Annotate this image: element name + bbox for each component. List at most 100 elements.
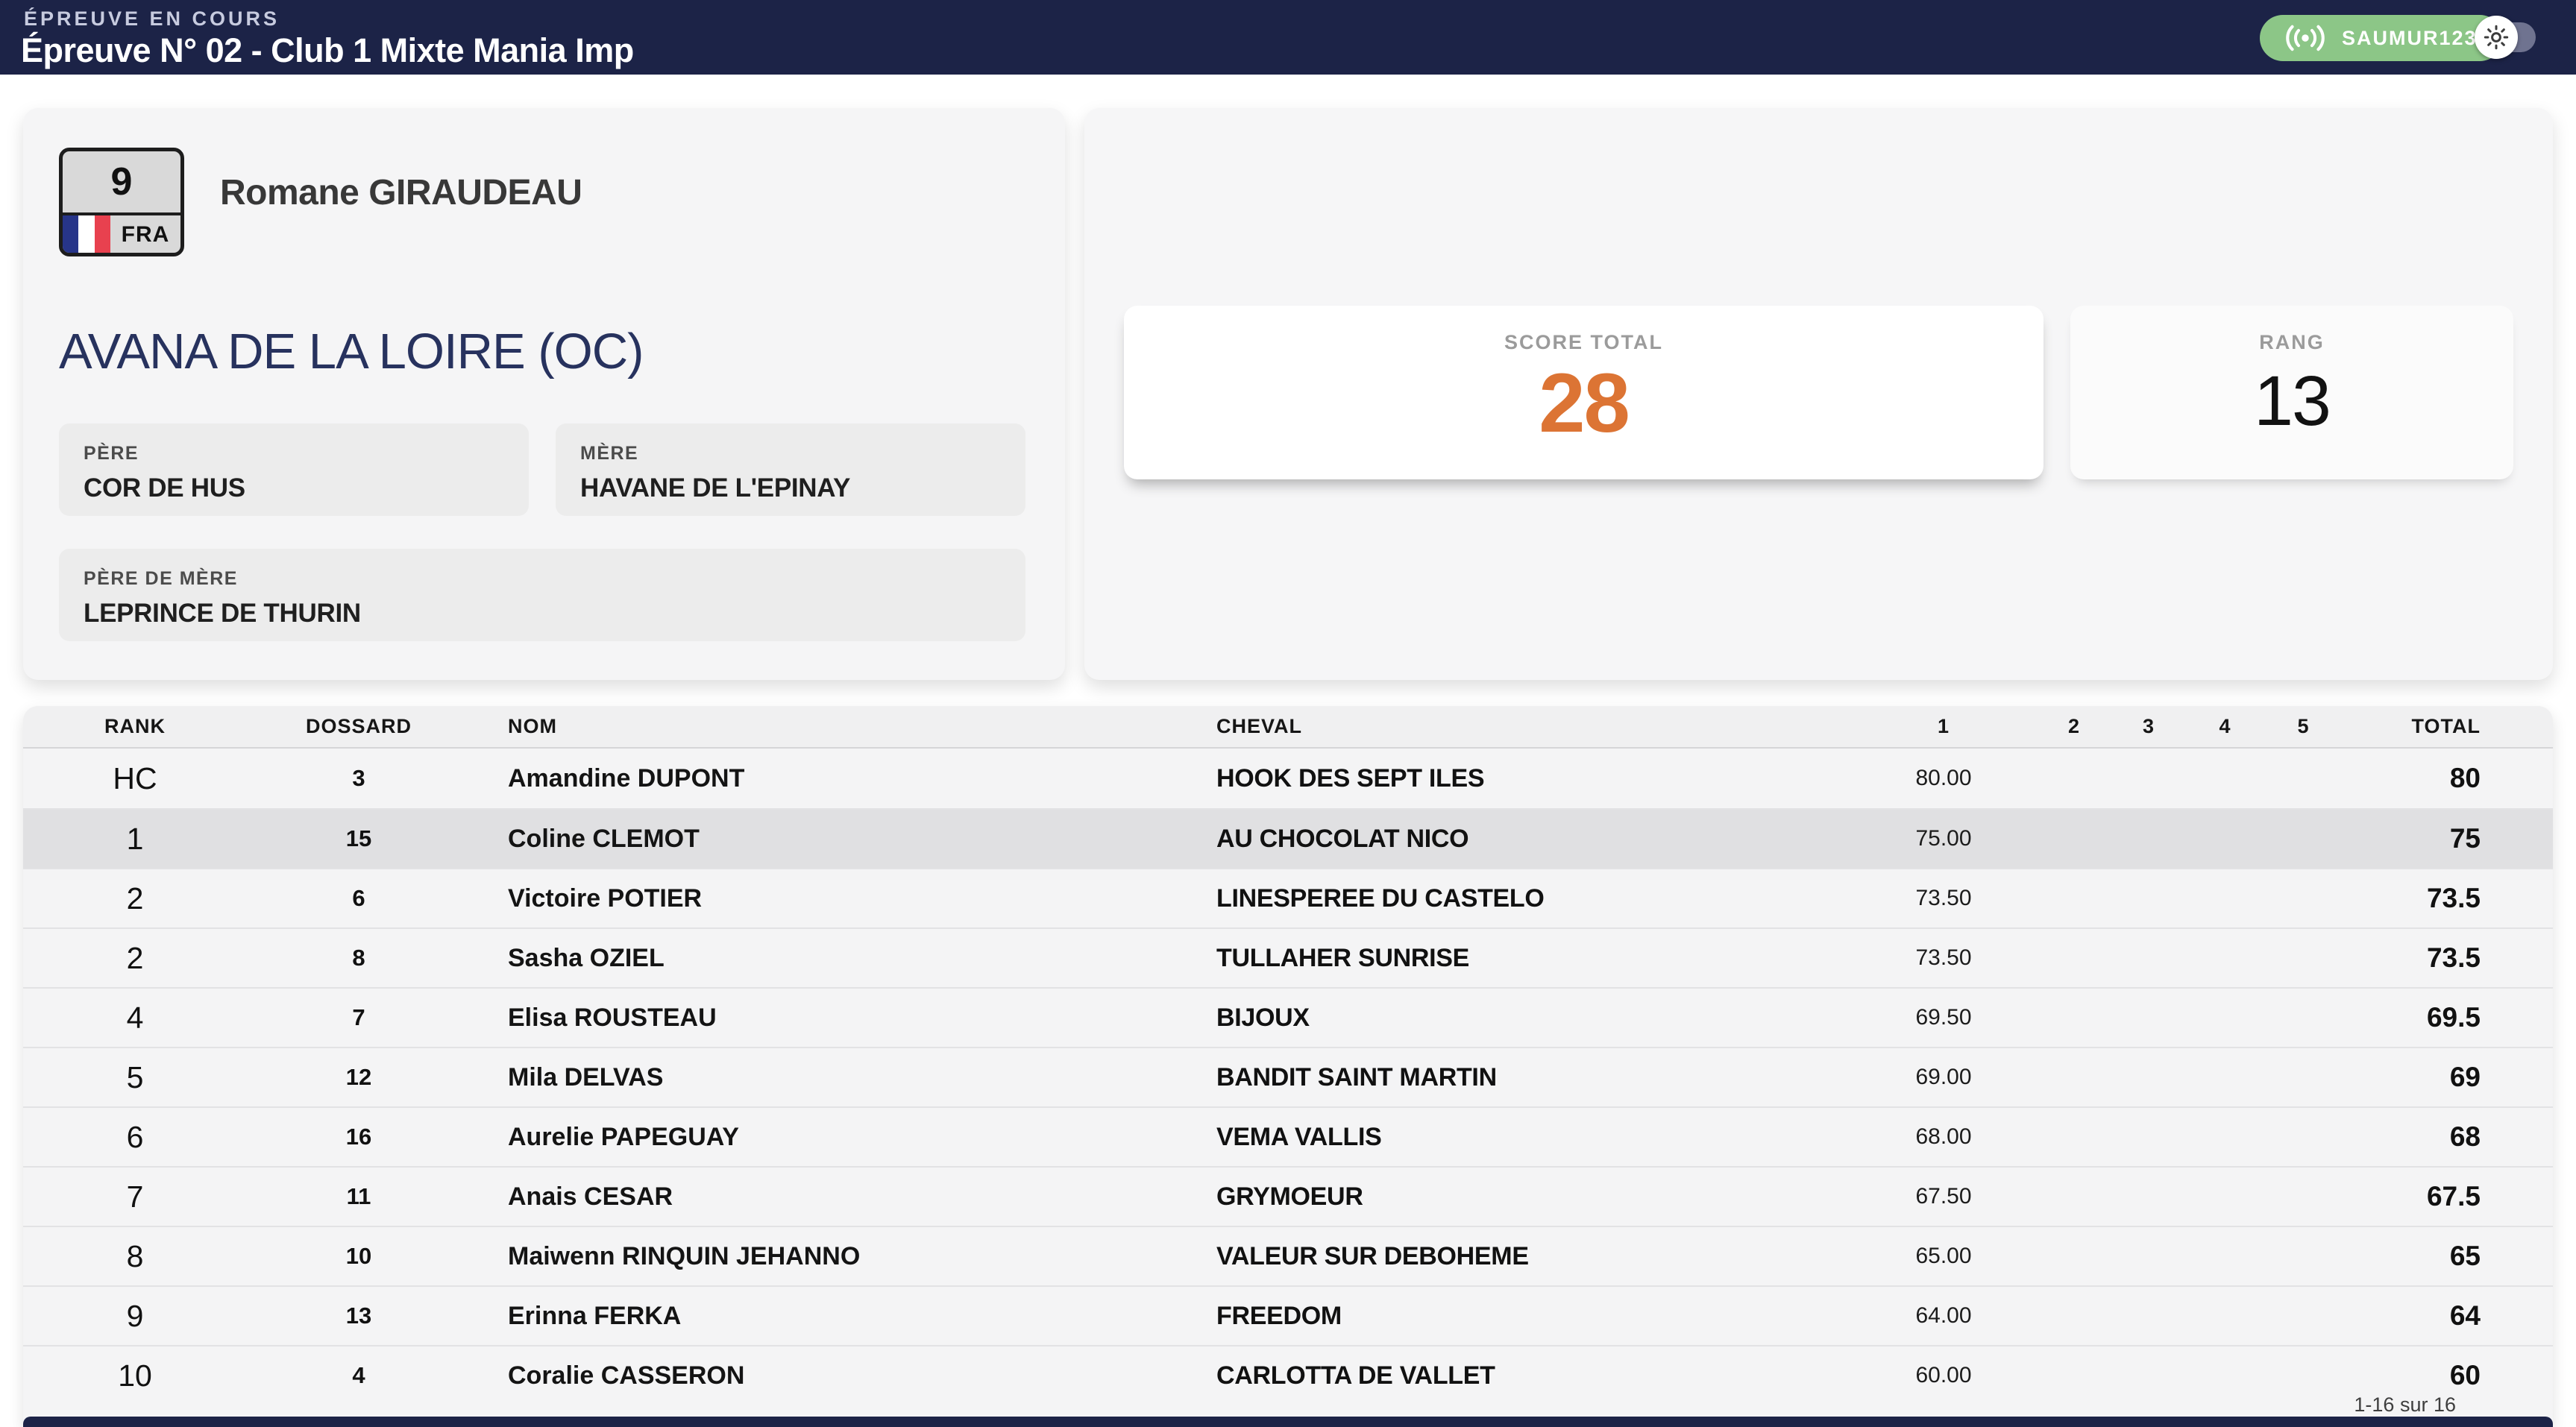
cell-nom: Anais CESAR <box>471 1182 1209 1212</box>
theme-toggle-knob[interactable] <box>2475 16 2518 59</box>
cell-total: 67.5 <box>2427 1181 2503 1212</box>
rider-country: FRA <box>110 215 180 253</box>
column-header-2[interactable]: 2 <box>2068 715 2080 738</box>
cell-nom: Maiwenn RINQUIN JEHANNO <box>471 1242 1209 1271</box>
table-row[interactable]: 8 10 Maiwenn RINQUIN JEHANNO VALEUR SUR … <box>23 1226 2553 1285</box>
rank-card: RANG 13 <box>2070 306 2513 479</box>
rider-number: 9 <box>63 151 180 215</box>
rank-label: RANG <box>2070 331 2513 354</box>
cell-score-1: 65.00 <box>1915 1244 1971 1269</box>
table-row[interactable]: 2 6 Victoire POTIER LINESPEREE DU CASTEL… <box>23 868 2553 927</box>
damsire-value: LEPRINCE DE THURIN <box>84 599 1001 629</box>
cell-nom: Coline CLEMOT <box>471 825 1209 854</box>
table-row[interactable]: 2 8 Sasha OZIEL TULLAHER SUNRISE 73.50 7… <box>23 927 2553 987</box>
broadcast-icon <box>2285 25 2325 51</box>
table-footer-bar <box>23 1417 2553 1427</box>
theme-toggle[interactable] <box>2482 22 2536 52</box>
sire-label: PÈRE <box>84 443 504 464</box>
pagination-status: 1-16 sur 16 <box>2354 1393 2456 1417</box>
cell-total: 60 <box>2450 1360 2503 1391</box>
page-title: Épreuve N° 02 - Club 1 Mixte Mania Imp <box>21 31 634 70</box>
score-total-card: SCORE TOTAL 28 <box>1124 306 2043 479</box>
dam-label: MÈRE <box>580 443 1001 464</box>
damsire-label: PÈRE DE MÈRE <box>84 568 1001 590</box>
france-flag-icon <box>63 215 110 253</box>
cell-nom: Aurelie PAPEGUAY <box>471 1123 1209 1152</box>
cell-total: 73.5 <box>2427 883 2503 914</box>
column-header-1[interactable]: 1 <box>1938 715 1950 738</box>
cell-nom: Amandine DUPONT <box>471 764 1209 793</box>
table-row[interactable]: 5 12 Mila DELVAS BANDIT SAINT MARTIN 69.… <box>23 1047 2553 1106</box>
cell-score-1: 73.50 <box>1915 886 1971 911</box>
pedigree-sire-box: PÈRE COR DE HUS <box>59 423 529 516</box>
cell-cheval: VALEUR SUR DEBOHEME <box>1209 1242 1850 1271</box>
cell-total: 64 <box>2450 1300 2503 1332</box>
cell-score-1: 69.00 <box>1915 1065 1971 1090</box>
rider-name: Romane GIRAUDEAU <box>220 172 582 213</box>
cell-rank: 5 <box>127 1060 144 1095</box>
cell-rank: HC <box>113 761 157 796</box>
cell-total: 69.5 <box>2427 1002 2503 1033</box>
cell-dossard: 12 <box>346 1064 371 1091</box>
event-status-kicker: ÉPREUVE EN COURS <box>24 7 280 31</box>
cell-score-1: 67.50 <box>1915 1184 1971 1209</box>
cell-dossard: 4 <box>352 1362 365 1389</box>
cell-cheval: FREEDOM <box>1209 1302 1850 1331</box>
cell-rank: 7 <box>127 1179 144 1215</box>
column-header-rank[interactable]: RANK <box>104 715 166 738</box>
table-row[interactable]: 10 4 Coralie CASSERON CARLOTTA DE VALLET… <box>23 1345 2553 1405</box>
column-header-nom[interactable]: NOM <box>471 715 1209 738</box>
top-bar: ÉPREUVE EN COURS Épreuve N° 02 - Club 1 … <box>0 0 2576 75</box>
column-header-4[interactable]: 4 <box>2219 715 2231 738</box>
connection-badge[interactable]: SAUMUR123 <box>2260 15 2503 61</box>
cell-cheval: AU CHOCOLAT NICO <box>1209 825 1850 854</box>
cell-nom: Victoire POTIER <box>471 884 1209 913</box>
cell-cheval: TULLAHER SUNRISE <box>1209 944 1850 973</box>
cell-rank: 6 <box>127 1120 144 1155</box>
table-row[interactable]: 6 16 Aurelie PAPEGUAY VEMA VALLIS 68.00 … <box>23 1106 2553 1166</box>
cell-score-1: 73.50 <box>1915 945 1971 971</box>
cell-nom: Sasha OZIEL <box>471 944 1209 973</box>
column-header-cheval[interactable]: CHEVAL <box>1209 715 1850 738</box>
cell-total: 65 <box>2450 1241 2503 1272</box>
cell-total: 80 <box>2450 763 2503 794</box>
sun-icon <box>2483 24 2510 51</box>
cell-dossard: 8 <box>352 945 365 971</box>
score-total-value: 28 <box>1124 362 2043 445</box>
cell-rank: 9 <box>127 1299 144 1334</box>
column-header-3[interactable]: 3 <box>2143 715 2155 738</box>
score-total-label: SCORE TOTAL <box>1124 331 2043 354</box>
cell-score-1: 69.50 <box>1915 1005 1971 1030</box>
cell-score-1: 80.00 <box>1915 766 1971 791</box>
cell-cheval: GRYMOEUR <box>1209 1182 1850 1212</box>
cell-nom: Mila DELVAS <box>471 1063 1209 1092</box>
column-header-dossard[interactable]: DOSSARD <box>306 715 412 738</box>
table-row[interactable]: 1 15 Coline CLEMOT AU CHOCOLAT NICO 75.0… <box>23 808 2553 868</box>
cell-dossard: 7 <box>352 1004 365 1031</box>
cell-rank: 2 <box>127 881 144 916</box>
cell-cheval: VEMA VALLIS <box>1209 1123 1850 1152</box>
table-row[interactable]: 4 7 Elisa ROUSTEAU BIJOUX 69.50 69.5 <box>23 987 2553 1047</box>
cell-total: 75 <box>2450 823 2503 854</box>
cell-rank: 8 <box>127 1239 144 1274</box>
table-row[interactable]: HC 3 Amandine DUPONT HOOK DES SEPT ILES … <box>23 749 2553 808</box>
table-row[interactable]: 9 13 Erinna FERKA FREEDOM 64.00 64 <box>23 1285 2553 1345</box>
cell-dossard: 6 <box>352 885 365 912</box>
column-header-5[interactable]: 5 <box>2297 715 2309 738</box>
page: ÉPREUVE EN COURS Épreuve N° 02 - Club 1 … <box>0 0 2576 1427</box>
cell-dossard: 10 <box>346 1243 371 1270</box>
table-row[interactable]: 7 11 Anais CESAR GRYMOEUR 67.50 67.5 <box>23 1166 2553 1226</box>
cell-total: 69 <box>2450 1062 2503 1093</box>
cell-nom: Elisa ROUSTEAU <box>471 1004 1209 1033</box>
cell-rank: 1 <box>127 822 144 857</box>
column-header-total[interactable]: TOTAL <box>2412 715 2504 738</box>
rider-card: 9 FRA Romane GIRAUDEAU AVANA DE LA LOIRE… <box>23 108 1065 680</box>
cell-dossard: 16 <box>346 1124 371 1150</box>
pedigree-damsire-box: PÈRE DE MÈRE LEPRINCE DE THURIN <box>59 549 1025 641</box>
dam-value: HAVANE DE L'EPINAY <box>580 473 1001 503</box>
cell-cheval: BIJOUX <box>1209 1004 1850 1033</box>
cell-cheval: BANDIT SAINT MARTIN <box>1209 1063 1850 1092</box>
score-panel: SCORE TOTAL 28 RANG 13 <box>1084 108 2553 680</box>
badge-label: SAUMUR123 <box>2342 27 2478 50</box>
results-header-row: RANK DOSSARD NOMCHEVAL 1 2 3 4 5 TOTAL <box>23 706 2553 749</box>
